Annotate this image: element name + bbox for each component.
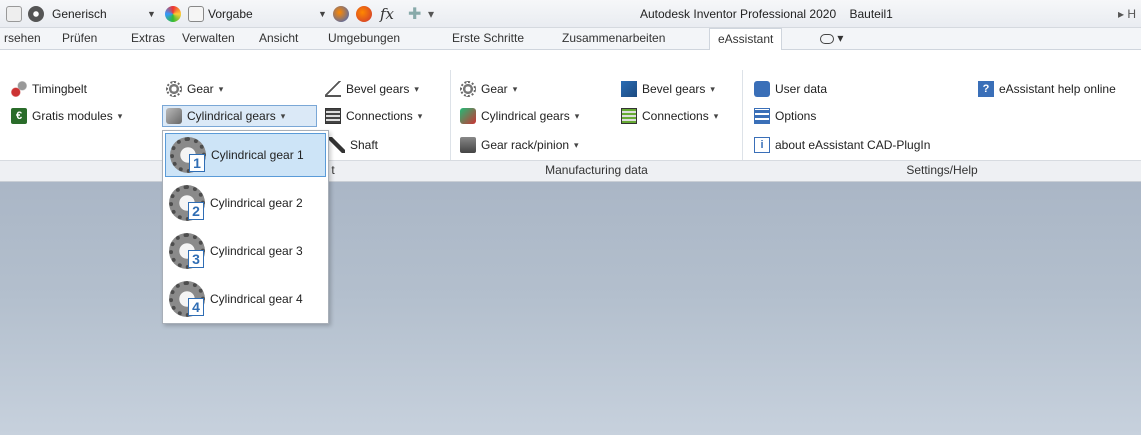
help-icon: ? (978, 81, 994, 97)
info-icon: i (754, 137, 770, 153)
tab-get-started[interactable]: Erste Schritte (452, 31, 524, 45)
mfg-connections-button[interactable]: Connections ▾ (618, 105, 721, 127)
about-button[interactable]: i about eAssistant CAD-PlugIn (751, 134, 933, 156)
chevron-down-icon: ▾ (280, 110, 286, 121)
user-icon (754, 81, 770, 97)
connections-icon (325, 108, 341, 124)
adjust-appearance-icon[interactable] (333, 5, 349, 23)
help-online-button[interactable]: ? eAssistant help online (975, 78, 1119, 100)
plus-icon[interactable]: ✚ (408, 5, 421, 23)
gratis-modules-button[interactable]: € Gratis modules ▾ (8, 105, 125, 127)
project-icon[interactable] (6, 5, 22, 23)
menu-item-cylindrical-gear-1[interactable]: 1 Cylindrical gear 1 (165, 133, 326, 177)
bevel-gear-icon (621, 81, 637, 97)
tab-view[interactable]: rsehen (4, 31, 41, 45)
menu-item-cylindrical-gear-4[interactable]: 4 Cylindrical gear 4 (165, 277, 326, 321)
cylindrical-gear-icon (166, 108, 182, 124)
mfg-cylindrical-gears-button[interactable]: Cylindrical gears ▾ (457, 105, 582, 127)
connections-icon (621, 108, 637, 124)
tab-inspect[interactable]: Prüfen (62, 31, 97, 45)
overflow-indicator[interactable]: ▸ H (1118, 5, 1136, 23)
mfg-gear-button[interactable]: Gear ▾ (457, 78, 520, 100)
cylindrical-gear-1-icon: 1 (169, 136, 207, 174)
chevron-down-icon: ▾ (512, 83, 518, 94)
tab-eassistant[interactable]: eAssistant (709, 28, 783, 51)
chevron-down-icon: ▾ (414, 83, 419, 94)
panel-label-manufacturing: Manufacturing data (545, 163, 648, 177)
ribbon-tabs: rsehen Prüfen Extras Verwalten Ansicht U… (0, 28, 1141, 51)
euro-icon: € (11, 108, 27, 124)
panel-label-design: t (331, 163, 335, 177)
appearance-icon[interactable] (165, 5, 181, 23)
gear-button[interactable]: Gear ▾ (163, 78, 226, 100)
chevron-down-icon: ▾ (117, 110, 123, 121)
gear-icon (166, 81, 182, 97)
mfg-bevel-gears-button[interactable]: Bevel gears ▾ (618, 78, 718, 100)
cylindrical-gears-dropdown: 1 Cylindrical gear 1 2 Cylindrical gear … (162, 130, 329, 324)
cylindrical-gear-4-icon: 4 (168, 280, 206, 318)
ribbon-display-options[interactable]: ▾ (820, 31, 843, 45)
style-select[interactable]: Generisch ▼ (52, 5, 162, 23)
parameters-button[interactable]: fx (380, 5, 394, 23)
style-select-value: Generisch (52, 7, 107, 21)
menu-item-cylindrical-gear-3[interactable]: 3 Cylindrical gear 3 (165, 229, 326, 273)
document-name: Bauteil1 (849, 7, 893, 21)
shaft-icon (329, 137, 345, 153)
app-name: Autodesk Inventor Professional 2020 (640, 7, 837, 21)
gear-icon (460, 81, 476, 97)
tab-manage[interactable]: Verwalten (182, 31, 235, 45)
bevel-gears-button[interactable]: Bevel gears ▾ (322, 78, 422, 100)
fx-label: fx (380, 5, 395, 23)
quick-access-toolbar: Generisch ▼ Vorgabe ▼ fx ✚ ▾ Autodesk In… (0, 0, 1141, 28)
tab-view2[interactable]: Ansicht (259, 31, 298, 45)
chevron-down-icon: ▾ (417, 110, 423, 121)
cylindrical-gears-button[interactable]: Cylindrical gears ▾ (162, 105, 317, 127)
bevel-gear-icon (325, 81, 341, 97)
panel-label-settings: Settings/Help (906, 163, 978, 177)
chevron-down-icon: ▾ (574, 110, 580, 121)
appearance-swatch-icon (188, 6, 204, 22)
tab-tools[interactable]: Extras (131, 31, 165, 45)
appearance-select[interactable]: Vorgabe ▼ (188, 5, 327, 23)
chevron-down-icon: ▾ (574, 139, 579, 150)
material-icon[interactable] (28, 5, 44, 23)
chevron-down-icon: ▾ (710, 83, 715, 94)
cylindrical-gear-manufacturing-icon (460, 108, 476, 124)
tab-collaborate[interactable]: Zusammenarbeiten (562, 31, 665, 45)
chevron-down-icon: ▾ (218, 83, 224, 94)
cylindrical-gear-3-icon: 3 (168, 232, 206, 270)
panel-toggle-icon (820, 33, 834, 44)
window-title: Autodesk Inventor Professional 2020 Baut… (640, 7, 903, 21)
chevron-down-icon: ▾ (713, 110, 719, 121)
timingbelt-button[interactable]: Timingbelt (8, 78, 90, 100)
appearance-select-value: Vorgabe (208, 7, 253, 21)
connections-button[interactable]: Connections ▾ (322, 105, 425, 127)
gear-rack-icon (460, 137, 476, 153)
menu-item-cylindrical-gear-2[interactable]: 2 Cylindrical gear 2 (165, 181, 326, 225)
tab-environments[interactable]: Umgebungen (328, 31, 400, 45)
user-data-button[interactable]: User data (751, 78, 830, 100)
timingbelt-icon (11, 81, 27, 97)
clear-appearance-icon[interactable] (356, 5, 372, 23)
chevron-down-icon[interactable]: ▼ (318, 9, 327, 19)
chevron-down-icon[interactable]: ▼ (147, 9, 156, 19)
shaft-button[interactable]: Shaft (326, 134, 381, 156)
customize-qat-icon[interactable]: ▾ (428, 5, 434, 23)
options-icon (754, 108, 770, 124)
options-button[interactable]: Options (751, 105, 819, 127)
mfg-gear-rack-button[interactable]: Gear rack/pinion ▾ (457, 134, 582, 156)
cylindrical-gear-2-icon: 2 (168, 184, 206, 222)
